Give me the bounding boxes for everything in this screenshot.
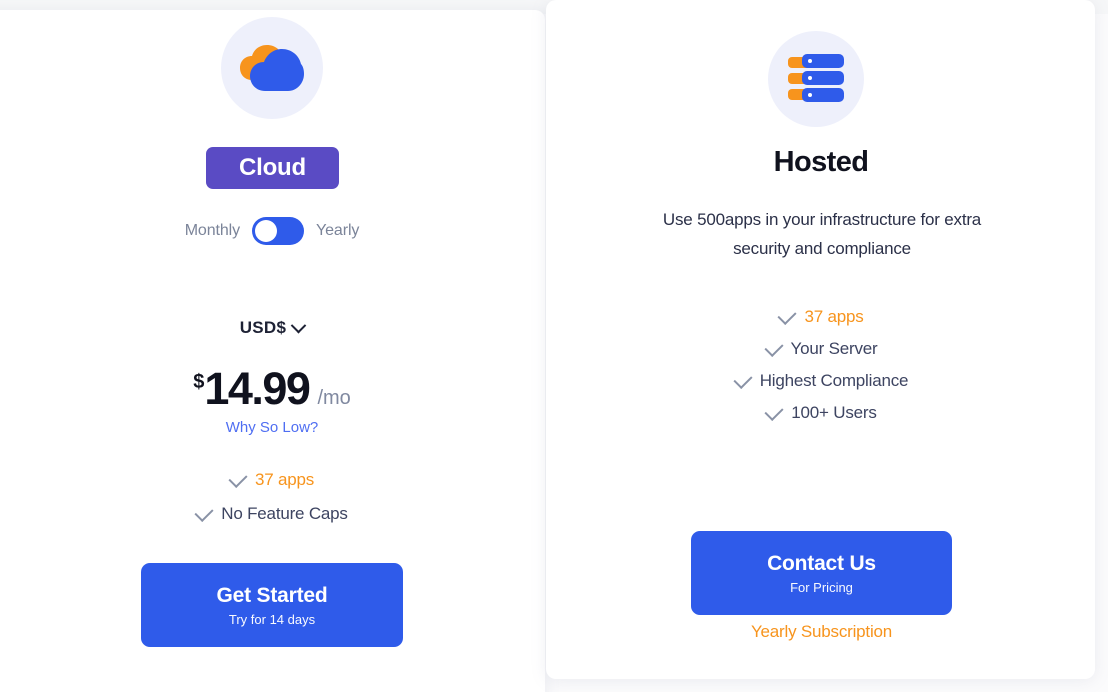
check-icon bbox=[777, 305, 797, 325]
cloud-feature-list: 37 apps No Feature Caps bbox=[140, 468, 404, 524]
get-started-button-title: Get Started bbox=[216, 583, 328, 607]
check-icon bbox=[764, 401, 784, 421]
price-currency-symbol: $ bbox=[193, 371, 205, 393]
feature-label: 37 apps bbox=[254, 470, 315, 489]
check-icon bbox=[763, 337, 784, 357]
server-icon-bubble bbox=[768, 31, 864, 127]
cloud-plan-badge-label: Cloud bbox=[239, 154, 306, 181]
cloud-price: $ 14.99 /mo bbox=[140, 366, 404, 411]
get-started-button-subtitle: Try for 14 days bbox=[228, 611, 316, 627]
server-icon bbox=[788, 54, 844, 102]
list-item: Highest Compliance bbox=[690, 369, 953, 391]
pricing-page: Cloud Monthly Yearly USD$ $ 14.99 /mo Wh… bbox=[0, 0, 1108, 692]
list-item: 37 apps bbox=[140, 468, 404, 490]
contact-us-button-title: Contact Us bbox=[767, 551, 876, 575]
feature-label: Highest Compliance bbox=[759, 371, 909, 390]
cloud-icon-bubble bbox=[221, 17, 323, 119]
currency-selector[interactable]: USD$ bbox=[140, 317, 404, 338]
hosted-feature-list: 37 apps Your Server Highest Compliance 1… bbox=[690, 305, 953, 423]
price-amount: 14.99 bbox=[204, 363, 311, 414]
yearly-subscription-note[interactable]: Yearly Subscription bbox=[691, 622, 952, 642]
feature-label: 37 apps bbox=[804, 307, 864, 326]
cloud-icon bbox=[240, 45, 304, 91]
check-icon bbox=[194, 502, 214, 522]
billing-period-row: Monthly Yearly bbox=[140, 216, 404, 246]
chevron-down-icon bbox=[291, 317, 307, 333]
hosted-plan-description: Use 500apps in your infrastructure for e… bbox=[662, 210, 982, 258]
billing-period-toggle[interactable] bbox=[252, 217, 305, 245]
contact-us-button[interactable]: Contact Us For Pricing bbox=[691, 531, 952, 615]
hosted-plan-title: Hosted bbox=[773, 146, 869, 178]
list-item: 37 apps bbox=[690, 305, 953, 327]
contact-us-button-subtitle: For Pricing bbox=[790, 579, 853, 595]
currency-value: USD$ bbox=[239, 318, 287, 337]
feature-label: 100+ Users bbox=[791, 403, 877, 422]
price-period: /mo bbox=[317, 387, 351, 409]
billing-toggle-knob bbox=[255, 220, 278, 242]
list-item: No Feature Caps bbox=[140, 502, 404, 524]
billing-monthly-label[interactable]: Monthly bbox=[185, 222, 240, 240]
why-so-low-link[interactable]: Why So Low? bbox=[140, 419, 404, 436]
feature-label: No Feature Caps bbox=[221, 504, 348, 523]
feature-label: Your Server bbox=[790, 339, 878, 358]
list-item: Your Server bbox=[690, 337, 953, 359]
check-icon bbox=[228, 468, 248, 488]
billing-yearly-label[interactable]: Yearly bbox=[316, 222, 359, 240]
cloud-plan-badge: Cloud bbox=[206, 147, 339, 189]
check-icon bbox=[733, 369, 753, 389]
get-started-button[interactable]: Get Started Try for 14 days bbox=[141, 563, 403, 647]
list-item: 100+ Users bbox=[690, 401, 953, 423]
